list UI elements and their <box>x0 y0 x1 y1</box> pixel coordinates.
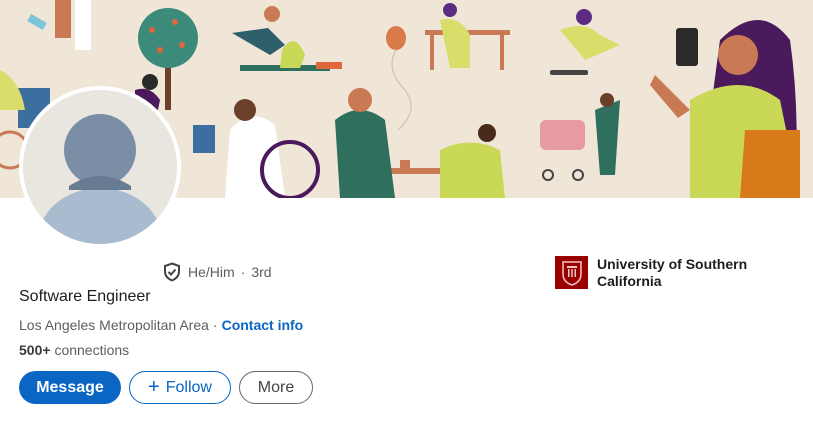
connections-number: 500+ <box>19 342 51 358</box>
message-button[interactable]: Message <box>19 371 121 404</box>
pronouns-text: He/Him <box>188 264 235 280</box>
follow-button[interactable]: + Follow <box>129 371 231 404</box>
profile-avatar[interactable] <box>19 86 181 248</box>
avatar-placeholder <box>23 90 177 244</box>
school-name: University of Southern California <box>597 256 748 289</box>
location-separator: · <box>212 317 218 333</box>
usc-seal-icon <box>555 256 588 289</box>
profile-actions: Message + Follow More <box>19 371 313 404</box>
connection-degree: 3rd <box>251 264 272 280</box>
connections-label: connections <box>54 342 130 358</box>
follow-label: Follow <box>165 378 212 396</box>
shield-check-icon <box>162 262 182 282</box>
contact-info-link[interactable]: Contact info <box>222 317 304 333</box>
education-item[interactable]: University of Southern California <box>555 256 762 290</box>
connections-count[interactable]: 500+ connections <box>19 342 129 358</box>
location-line: Los Angeles Metropolitan Area · Contact … <box>19 317 303 333</box>
location-text: Los Angeles Metropolitan Area <box>19 317 209 333</box>
profile-headline: Software Engineer <box>19 288 151 305</box>
plus-icon: + <box>148 376 160 398</box>
more-button[interactable]: More <box>239 371 313 404</box>
person-silhouette-icon <box>23 90 177 244</box>
pronoun-separator: · <box>240 264 246 280</box>
pronoun-degree-line: He/Him · 3rd <box>162 261 272 283</box>
